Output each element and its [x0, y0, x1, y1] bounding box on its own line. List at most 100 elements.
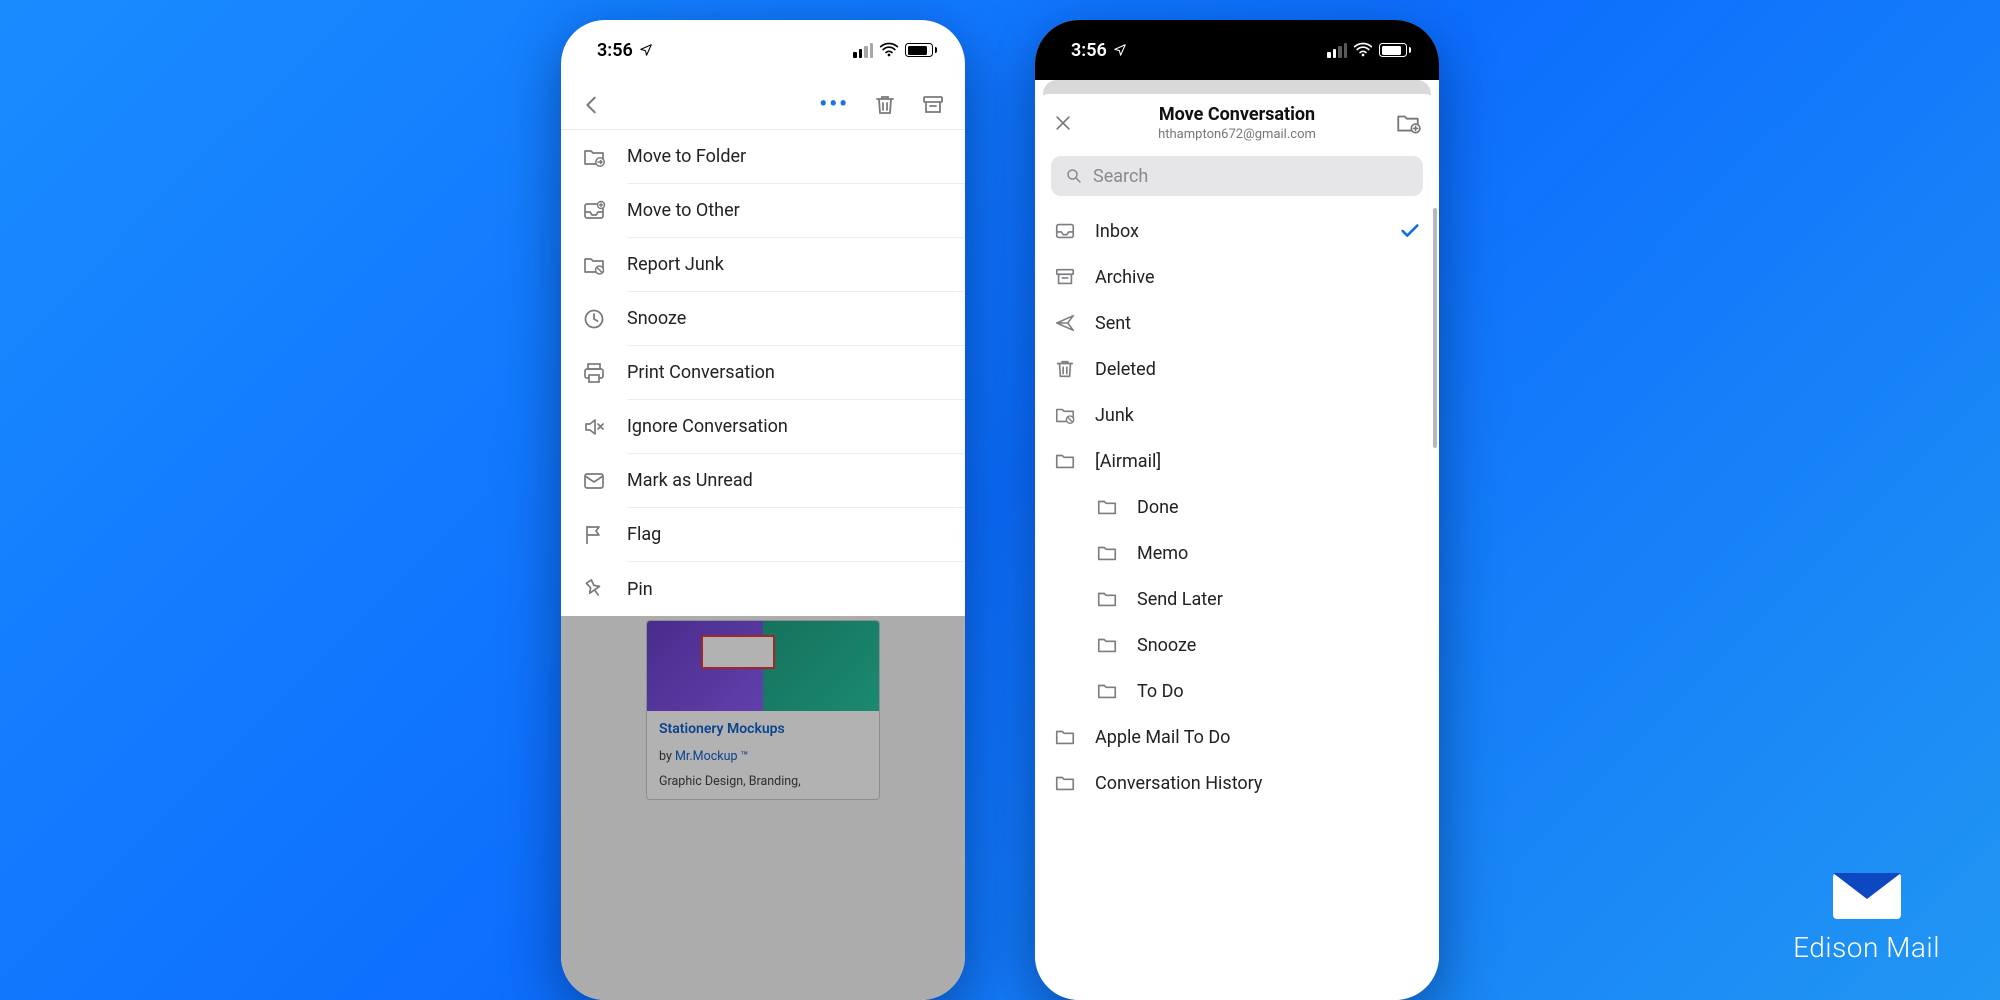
- folder-label: Deleted: [1095, 359, 1421, 380]
- battery-icon: [1379, 43, 1411, 57]
- folder-icon: [1096, 496, 1118, 518]
- folder-label: [Airmail]: [1095, 451, 1421, 472]
- folder-done[interactable]: Done: [1053, 484, 1421, 530]
- search-input[interactable]: Search: [1051, 156, 1423, 196]
- folder-deleted[interactable]: Deleted: [1053, 346, 1421, 392]
- folder-list: Inbox Archive Sent Deleted Junk: [1035, 208, 1439, 1000]
- scroll-indicator[interactable]: [1433, 208, 1437, 448]
- mail-logo-icon: [1831, 871, 1903, 921]
- trash-icon[interactable]: [873, 93, 897, 117]
- folder-send-later[interactable]: Send Later: [1053, 576, 1421, 622]
- action-label: Move to Other: [627, 184, 965, 238]
- status-bar: 3:56: [1035, 20, 1439, 80]
- action-move-to-other[interactable]: Move to Other: [581, 184, 965, 238]
- toolbar: •••: [561, 80, 965, 130]
- close-button[interactable]: [1053, 113, 1083, 133]
- search-placeholder: Search: [1093, 166, 1148, 187]
- brand-text: Edison Mail: [1793, 931, 1940, 964]
- phone-right: 3:56 Move Conversation hthampto: [1035, 20, 1439, 1000]
- wifi-icon: [879, 40, 899, 60]
- close-icon: [1053, 113, 1073, 133]
- folder-airmail[interactable]: [Airmail]: [1053, 438, 1421, 484]
- action-label: Report Junk: [627, 238, 965, 292]
- action-menu: Move to Folder Move to Other Report Junk…: [561, 130, 965, 616]
- folder-icon: [1054, 726, 1076, 748]
- folder-icon: [1096, 680, 1118, 702]
- folder-icon: [1096, 634, 1118, 656]
- add-folder-button[interactable]: [1391, 110, 1421, 136]
- folder-todo[interactable]: To Do: [1053, 668, 1421, 714]
- folder-snooze[interactable]: Snooze: [1053, 622, 1421, 668]
- folder-icon: [1054, 772, 1076, 794]
- action-flag[interactable]: Flag: [581, 508, 965, 562]
- mute-icon: [582, 415, 606, 439]
- action-move-to-folder[interactable]: Move to Folder: [581, 130, 965, 184]
- location-icon: [1113, 43, 1127, 57]
- folder-label: Sent: [1095, 313, 1421, 334]
- action-label: Pin: [627, 562, 965, 616]
- folder-apple-mail-todo[interactable]: Apple Mail To Do: [1053, 714, 1421, 760]
- clock-time: 3:56: [597, 40, 633, 61]
- folder-label: Snooze: [1137, 635, 1421, 656]
- folder-sent[interactable]: Sent: [1053, 300, 1421, 346]
- archive-icon: [1054, 266, 1076, 288]
- email-preview-dimmed: Stationery Mockups by Mr.Mockup ™ Graphi…: [561, 616, 965, 1000]
- more-icon[interactable]: •••: [819, 92, 849, 117]
- action-mark-unread[interactable]: Mark as Unread: [581, 454, 965, 508]
- action-report-junk[interactable]: Report Junk: [581, 238, 965, 292]
- action-label: Mark as Unread: [627, 454, 965, 508]
- battery-icon: [905, 43, 937, 57]
- folder-label: Memo: [1137, 543, 1421, 564]
- folder-icon: [1096, 588, 1118, 610]
- move-conversation-sheet: Move Conversation hthampton672@gmail.com…: [1035, 94, 1439, 1000]
- action-snooze[interactable]: Snooze: [581, 292, 965, 346]
- search-icon: [1065, 167, 1083, 185]
- add-folder-icon: [1395, 110, 1421, 136]
- folder-junk[interactable]: Junk: [1053, 392, 1421, 438]
- folder-conversation-history[interactable]: Conversation History: [1053, 760, 1421, 806]
- check-icon: [1399, 220, 1421, 242]
- wifi-icon: [1353, 40, 1373, 60]
- folder-icon: [1096, 542, 1118, 564]
- flag-icon: [582, 523, 606, 547]
- junk-icon: [1054, 404, 1076, 426]
- action-ignore[interactable]: Ignore Conversation: [581, 400, 965, 454]
- phone-left: 3:56 •••: [561, 20, 965, 1000]
- print-icon: [582, 361, 606, 385]
- archive-icon[interactable]: [921, 93, 945, 117]
- pin-icon: [582, 577, 606, 601]
- action-pin[interactable]: Pin: [581, 562, 965, 616]
- action-print[interactable]: Print Conversation: [581, 346, 965, 400]
- folder-memo[interactable]: Memo: [1053, 530, 1421, 576]
- folder-icon: [1054, 450, 1076, 472]
- folder-move-icon: [582, 145, 606, 169]
- send-icon: [1054, 312, 1076, 334]
- action-label: Move to Folder: [627, 130, 965, 184]
- folder-label: Conversation History: [1095, 773, 1421, 794]
- folder-label: Junk: [1095, 405, 1421, 426]
- folder-label: Done: [1137, 497, 1421, 518]
- action-label: Snooze: [627, 292, 965, 346]
- folder-archive[interactable]: Archive: [1053, 254, 1421, 300]
- inbox-icon: [1054, 220, 1076, 242]
- location-icon: [639, 43, 653, 57]
- inbox-move-icon: [582, 199, 606, 223]
- folder-label: Inbox: [1095, 221, 1381, 242]
- envelope-icon: [582, 469, 606, 493]
- folder-label: Archive: [1095, 267, 1421, 288]
- brand-logo: Edison Mail: [1793, 871, 1940, 964]
- junk-icon: [582, 253, 606, 277]
- clock-icon: [582, 307, 606, 331]
- status-bar: 3:56: [561, 20, 965, 80]
- cellular-icon: [853, 43, 873, 58]
- trash-icon: [1054, 358, 1076, 380]
- folder-inbox[interactable]: Inbox: [1053, 208, 1421, 254]
- sheet-subtitle: hthampton672@gmail.com: [1083, 127, 1391, 142]
- action-label: Flag: [627, 508, 965, 562]
- back-icon[interactable]: [581, 94, 603, 116]
- folder-label: Send Later: [1137, 589, 1421, 610]
- folder-label: To Do: [1137, 681, 1421, 702]
- folder-label: Apple Mail To Do: [1095, 727, 1421, 748]
- cellular-icon: [1327, 43, 1347, 58]
- action-label: Print Conversation: [627, 346, 965, 400]
